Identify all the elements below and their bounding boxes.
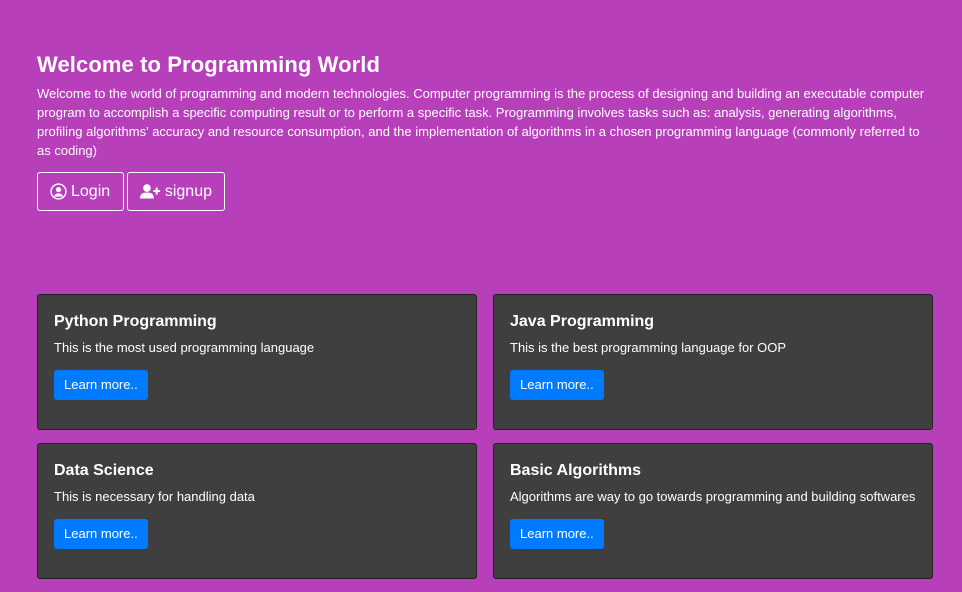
signup-button[interactable]: signup <box>127 172 225 211</box>
page-title: Welcome to Programming World <box>37 52 381 77</box>
learn-more-button[interactable]: Learn more.. <box>54 370 148 400</box>
course-card-python: Python Programming This is the most used… <box>37 294 477 430</box>
course-card-data-science: Data Science This is necessary for handl… <box>37 443 477 579</box>
learn-more-button[interactable]: Learn more.. <box>54 519 148 549</box>
auth-buttons: Login signup <box>37 172 927 211</box>
course-card-java: Java Programming This is the best progra… <box>493 294 933 430</box>
card-title: Data Science <box>54 462 154 479</box>
login-button[interactable]: Login <box>37 172 124 211</box>
card-text: This is the best programming language fo… <box>510 340 787 355</box>
card-title: Java Programming <box>510 313 655 330</box>
signup-label: signup <box>164 182 212 200</box>
card-title: Python Programming <box>54 313 217 330</box>
user-circle-icon <box>50 183 67 200</box>
hero-description: Welcome to the world of programming and … <box>37 86 925 158</box>
card-text: This is the most used programming langua… <box>54 340 315 355</box>
user-plus-icon <box>140 184 161 199</box>
login-label: Login <box>71 182 111 200</box>
card-text: Algorithms are way to go towards program… <box>510 489 916 504</box>
learn-more-button[interactable]: Learn more.. <box>510 519 604 549</box>
card-text: This is necessary for handling data <box>54 489 255 504</box>
learn-more-button[interactable]: Learn more.. <box>510 370 604 400</box>
hero-section: Welcome to Programming World Welcome to … <box>37 50 927 211</box>
card-title: Basic Algorithms <box>510 462 641 479</box>
course-card-algorithms: Basic Algorithms Algorithms are way to g… <box>493 443 933 579</box>
